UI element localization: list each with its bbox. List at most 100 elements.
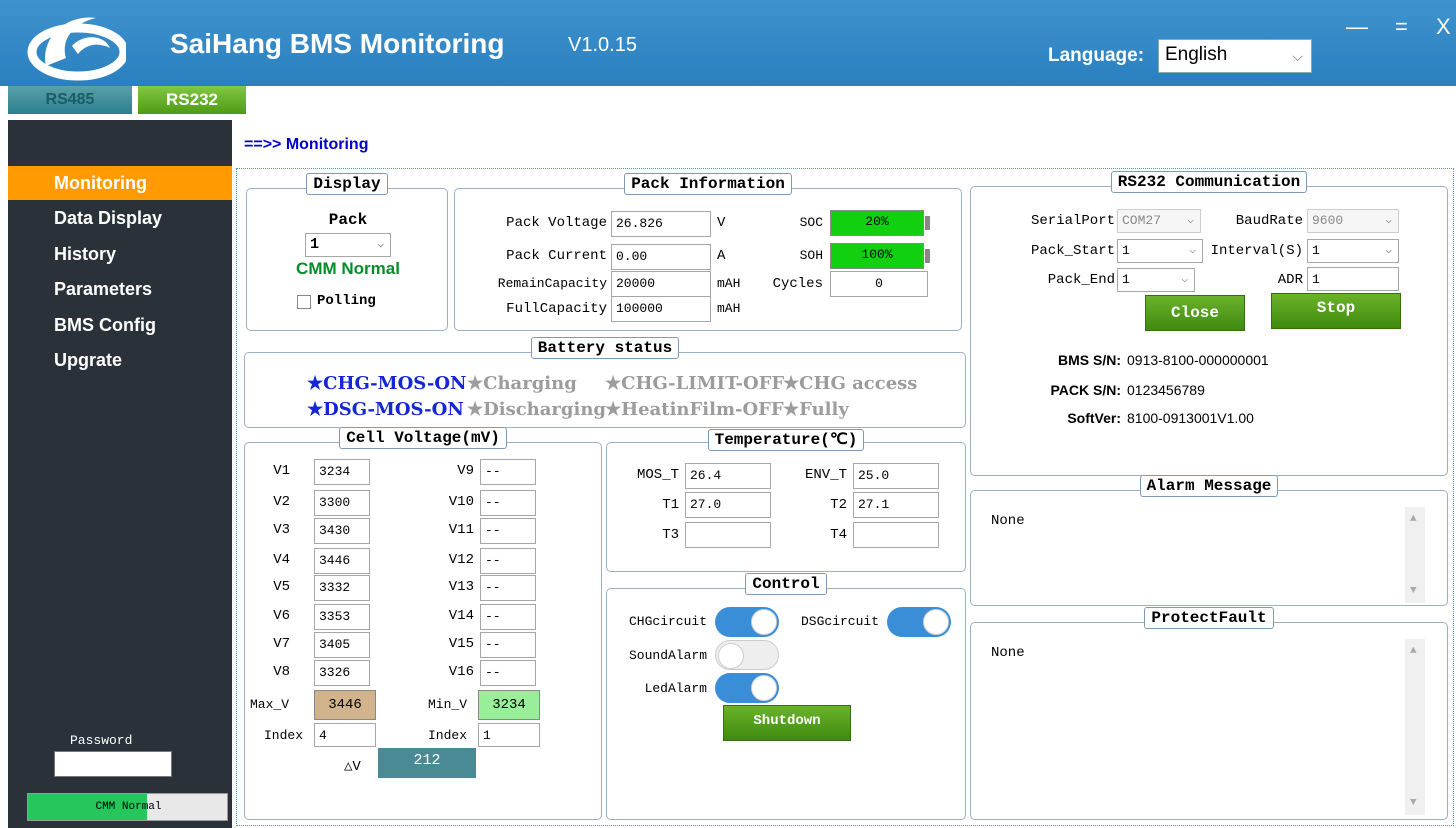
remain-capacity-label: RemainCapacity — [497, 276, 607, 291]
comm-status-label: CMM Normal — [296, 259, 400, 278]
pack-select[interactable]: 1 ⌵ — [305, 233, 391, 257]
cell-right-field[interactable]: -- — [480, 660, 536, 686]
sidebar-item-bms-config[interactable]: BMS Config — [8, 308, 232, 342]
alarm-message-title: Alarm Message — [1139, 475, 1279, 497]
min-v-value: 3234 — [478, 690, 540, 720]
display-group: Display Pack 1 ⌵ CMM Normal Polling — [246, 173, 448, 331]
min-index-label: Index — [428, 728, 468, 743]
status-charging: ★Charging — [467, 373, 577, 394]
cell-right-field[interactable]: -- — [480, 548, 536, 574]
alarm-scrollbar[interactable]: ▲ ▼ — [1405, 507, 1425, 603]
baud-rate-value: 9600 — [1312, 213, 1344, 228]
cell-left-field[interactable]: 3300 — [314, 490, 370, 516]
remain-capacity-field[interactable]: 20000 — [611, 271, 711, 297]
cell-left-field[interactable]: 3332 — [314, 575, 370, 601]
status-chg-limit-off: ★CHG-LIMIT-OFF — [605, 373, 785, 394]
delta-v-label: △V — [344, 759, 361, 775]
scroll-down-icon[interactable]: ▼ — [1410, 585, 1417, 597]
cell-left-label: V8 — [273, 664, 290, 680]
t2-label: T2 — [830, 497, 847, 513]
pack-label: Pack — [328, 211, 368, 229]
scroll-down-icon[interactable]: ▼ — [1410, 797, 1417, 809]
cell-left-field[interactable]: 3430 — [314, 518, 370, 544]
dsg-circuit-toggle[interactable] — [887, 607, 951, 637]
chevron-down-icon: ⌵ — [1181, 274, 1188, 286]
pack-voltage-field[interactable]: 26.826 — [611, 211, 711, 237]
cell-left-field[interactable]: 3405 — [314, 632, 370, 658]
pack-start-value: 1 — [1122, 243, 1130, 258]
sidebar-item-parameters[interactable]: Parameters — [8, 272, 232, 306]
app-title: SaiHang BMS Monitoring — [170, 28, 505, 59]
sidebar-item-monitoring[interactable]: Monitoring — [8, 166, 232, 200]
maximize-button[interactable]: = — [1395, 14, 1408, 40]
env-t-field[interactable]: 25.0 — [853, 463, 939, 489]
interval-label: Interval(S) — [1210, 243, 1303, 259]
alarm-message-group: Alarm Message None ▲ ▼ — [970, 475, 1448, 606]
max-index-label: Index — [264, 728, 304, 743]
chg-circuit-toggle[interactable] — [715, 607, 779, 637]
cell-left-field[interactable]: 3234 — [314, 459, 370, 485]
scroll-up-icon[interactable]: ▲ — [1410, 513, 1417, 525]
cell-left-field[interactable]: 3446 — [314, 548, 370, 574]
pack-sn-label: PACK S/N: — [1050, 382, 1121, 398]
cell-voltage-title: Cell Voltage(mV) — [339, 427, 507, 449]
cell-left-field[interactable]: 3353 — [314, 604, 370, 630]
pack-select-value: 1 — [310, 236, 320, 253]
max-index-field[interactable]: 4 — [314, 723, 376, 747]
close-window-button[interactable]: X — [1436, 14, 1451, 40]
min-v-label: Min_V — [428, 697, 468, 712]
cell-right-field[interactable]: -- — [480, 575, 536, 601]
display-group-title: Display — [306, 173, 388, 195]
pack-voltage-unit: V — [717, 215, 726, 231]
battery-status-title: Battery status — [530, 337, 680, 359]
scroll-up-icon[interactable]: ▲ — [1410, 645, 1417, 657]
pack-end-select[interactable]: 1 ⌵ — [1117, 268, 1195, 292]
cell-right-field[interactable]: -- — [480, 604, 536, 630]
t2-field[interactable]: 27.1 — [853, 492, 939, 518]
minimize-button[interactable]: — — [1346, 14, 1368, 40]
serial-port-select[interactable]: COM27 ⌵ — [1117, 209, 1201, 233]
language-select[interactable]: English ⌵ — [1158, 39, 1312, 73]
chevron-down-icon: ⌵ — [1189, 245, 1196, 257]
control-title: Control — [745, 573, 827, 595]
led-alarm-toggle[interactable] — [715, 673, 779, 703]
cell-right-field[interactable]: -- — [480, 518, 536, 544]
chevron-down-icon: ⌵ — [1385, 215, 1392, 227]
chevron-down-icon: ⌵ — [377, 239, 384, 251]
stop-button[interactable]: Stop — [1271, 293, 1401, 329]
full-capacity-field[interactable]: 100000 — [611, 296, 711, 322]
pack-start-select[interactable]: 1 ⌵ — [1117, 239, 1203, 263]
chevron-down-icon: ⌵ — [1187, 215, 1194, 227]
sidebar-item-upgrate[interactable]: Upgrate — [8, 343, 232, 377]
t4-field[interactable] — [853, 522, 939, 548]
cell-right-label: V16 — [448, 664, 474, 680]
baud-rate-select[interactable]: 9600 ⌵ — [1307, 209, 1399, 233]
tab-rs232[interactable]: RS232 — [138, 86, 246, 114]
polling-checkbox[interactable] — [297, 295, 311, 309]
cell-left-field[interactable]: 3326 — [314, 660, 370, 686]
shutdown-button[interactable]: Shutdown — [723, 705, 851, 741]
t3-field[interactable] — [685, 522, 771, 548]
sidebar-item-history[interactable]: History — [8, 237, 232, 271]
cell-right-field[interactable]: -- — [480, 632, 536, 658]
sound-alarm-toggle[interactable] — [715, 640, 779, 670]
alarm-message-text[interactable]: None — [991, 513, 1401, 595]
t1-field[interactable]: 27.0 — [685, 492, 771, 518]
mos-t-field[interactable]: 26.4 — [685, 463, 771, 489]
close-button[interactable]: Close — [1145, 295, 1245, 331]
protect-scrollbar[interactable]: ▲ ▼ — [1405, 639, 1425, 815]
password-input[interactable] — [54, 751, 172, 777]
pack-current-field[interactable]: 0.00 — [611, 244, 711, 270]
cell-right-field[interactable]: -- — [480, 490, 536, 516]
sidebar-item-data-display[interactable]: Data Display — [8, 201, 232, 235]
toggle-knob — [718, 643, 744, 669]
interval-select[interactable]: 1 ⌵ — [1307, 239, 1399, 263]
tab-rs485[interactable]: RS485 — [8, 86, 132, 114]
protect-fault-text[interactable]: None — [991, 645, 1401, 805]
adr-field[interactable]: 1 — [1307, 267, 1399, 291]
min-index-field[interactable]: 1 — [478, 723, 540, 747]
cycles-field[interactable]: 0 — [830, 271, 928, 297]
cell-right-field[interactable]: -- — [480, 459, 536, 485]
cell-left-label: V7 — [273, 636, 290, 652]
status-chg-mos-on: ★CHG-MOS-ON — [307, 373, 467, 394]
